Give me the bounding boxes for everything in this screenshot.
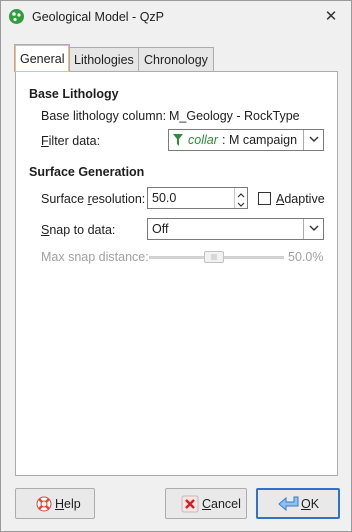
title-bar: Geological Model - QzP ✕ [1, 1, 351, 35]
max-snap-slider-thumb [204, 251, 224, 263]
chevron-down-icon [309, 225, 319, 231]
snap-to-data-label: Snap to data: [41, 223, 116, 237]
cancel-button-label: Cancel [202, 497, 241, 511]
snap-to-data-dropdown[interactable]: Off [147, 218, 324, 240]
snap-dropdown-arrow[interactable] [303, 219, 323, 239]
ok-arrow-icon [278, 496, 299, 512]
lifebuoy-icon [36, 496, 52, 512]
app-icon [9, 9, 24, 24]
adaptive-label[interactable]: Adaptive [276, 192, 325, 206]
tab-label: General [20, 52, 65, 66]
help-button-label: Help [55, 497, 81, 511]
snap-to-data-value: Off [152, 222, 169, 236]
surface-resolution-label: Surface resolution: [41, 192, 146, 206]
adaptive-checkbox[interactable] [258, 192, 271, 205]
dialog-window: Geological Model - QzP ✕ General Litholo… [0, 0, 352, 532]
tab-label: Chronology [144, 53, 208, 67]
surface-resolution-value: 50.0 [152, 191, 177, 205]
ok-button[interactable]: OK [256, 488, 340, 519]
close-icon: ✕ [324, 8, 338, 25]
filter-dropdown-arrow[interactable] [303, 130, 323, 150]
cancel-x-icon [181, 495, 199, 513]
filter-data-label-rest: ilter data: [48, 134, 101, 148]
window-title: Geological Model - QzP [32, 10, 165, 24]
funnel-icon [173, 134, 183, 146]
filter-data-label: Filter data: [41, 134, 101, 148]
tab-lithologies[interactable]: Lithologies [68, 47, 140, 71]
base-lithology-column-label: Base lithology column: [41, 109, 167, 123]
filter-value: : M campaign [222, 133, 298, 147]
ok-button-label: OK [301, 497, 320, 511]
tab-chronology[interactable]: Chronology [138, 47, 214, 71]
filter-data-dropdown[interactable]: collar : M campaign [168, 129, 324, 151]
filter-prefix: collar [188, 133, 218, 147]
close-button[interactable]: ✕ [319, 7, 343, 27]
resolution-spinner[interactable] [234, 188, 247, 208]
tab-general[interactable]: General [14, 44, 71, 72]
surface-resolution-input[interactable]: 50.0 [147, 187, 248, 209]
tab-label: Lithologies [74, 53, 134, 67]
chevron-down-icon [309, 136, 319, 142]
spin-down-icon[interactable] [235, 198, 247, 208]
max-snap-distance-value: 50.0% [288, 250, 324, 264]
surface-generation-heading: Surface Generation [29, 165, 145, 179]
max-snap-distance-label: Max snap distance: [41, 250, 149, 264]
cancel-button[interactable]: Cancel [165, 488, 247, 519]
base-lithology-heading: Base Lithology [29, 87, 119, 101]
base-lithology-column-value: M_Geology - RockType [169, 109, 300, 123]
help-button[interactable]: Help [15, 488, 95, 519]
